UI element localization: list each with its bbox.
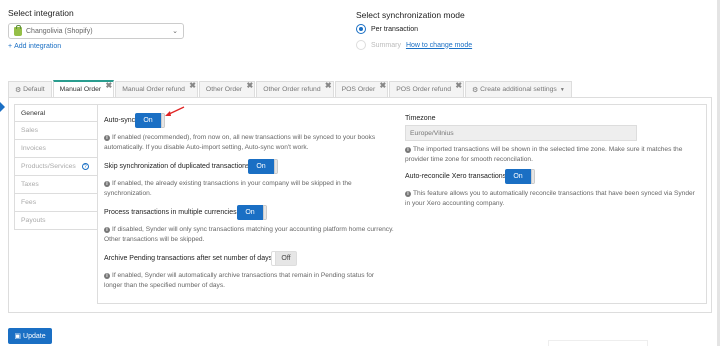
tab-manual-order[interactable]: Manual Order ✖ (52, 80, 115, 97)
tab-pos-order-refund[interactable]: POS Order refund ✖ (389, 81, 465, 97)
shopify-icon (14, 24, 22, 36)
footer-edge (548, 340, 648, 346)
tab-other-order-refund[interactable]: Other Order refund ✖ (256, 81, 334, 97)
sync-mode-title: Select synchronization mode (356, 10, 465, 20)
close-icon[interactable]: ✖ (455, 81, 462, 90)
auto-reconcile-help: i This feature allows you to automaticall… (405, 190, 695, 207)
auto-sync-help: i If enabled (recommended), from now on, … (104, 134, 376, 151)
close-icon[interactable]: ✖ (189, 81, 196, 90)
plus-icon: + (8, 43, 13, 50)
sidebar-item-general[interactable]: General (14, 104, 98, 122)
tab-default[interactable]: ⚙ Default (8, 81, 52, 97)
sidebar-item-fees[interactable]: Fees (14, 194, 98, 212)
skip-duplicates-help: i If enabled, the already existing transa… (104, 180, 352, 197)
sidebar-item-invoices[interactable]: Invoices (14, 140, 98, 158)
auto-reconcile-label: Auto-reconcile Xero transactions (405, 173, 507, 180)
info-icon: i (405, 147, 411, 153)
auto-sync-toggle[interactable]: On (135, 113, 165, 128)
multi-currency-label: Process transactions in multiple currenc… (104, 209, 239, 216)
close-icon[interactable]: ✖ (380, 81, 387, 90)
info-icon: i (405, 191, 411, 197)
close-icon[interactable]: ✖ (106, 81, 113, 90)
tab-pos-order[interactable]: POS Order ✖ (334, 81, 389, 97)
sidebar-item-taxes[interactable]: Taxes (14, 176, 98, 194)
select-integration-title: Select integration (8, 8, 74, 18)
info-icon: i (104, 227, 110, 233)
integration-select[interactable]: Changolivia (Shopify) ⌄ (8, 23, 184, 39)
close-icon[interactable]: ✖ (246, 81, 253, 90)
info-icon: i (104, 273, 110, 279)
chevron-down-icon: ⌄ (172, 28, 178, 35)
sidebar-item-products-services[interactable]: Products/Services ? (14, 158, 98, 176)
radio-disabled-icon (356, 40, 366, 50)
annotation-arrow-icon (165, 106, 185, 116)
timezone-label: Timezone (405, 115, 436, 122)
radio-selected-icon[interactable] (356, 24, 366, 34)
tab-create-additional-settings[interactable]: ⚙ Create additional settings ▼ (465, 81, 572, 97)
info-icon: i (104, 181, 110, 187)
save-icon: ▣ (14, 333, 22, 340)
close-icon[interactable]: ✖ (325, 81, 332, 90)
panel-marker-icon (0, 102, 5, 112)
archive-pending-label: Archive Pending transactions after set n… (104, 255, 273, 262)
gear-icon: ⚙ (472, 86, 479, 94)
timezone-help: i The imported transactions will be shown… (405, 146, 683, 163)
gear-icon: ⚙ (15, 86, 22, 94)
how-to-change-mode-link[interactable]: How to change mode (406, 42, 472, 49)
integration-select-value: Changolivia (Shopify) (26, 27, 93, 35)
sidebar-item-payouts[interactable]: Payouts (14, 212, 98, 230)
update-button[interactable]: ▣ Update (8, 328, 52, 344)
archive-pending-toggle[interactable]: Off (271, 251, 297, 266)
settings-sidebar: General Sales Invoices Products/Services… (14, 104, 98, 230)
skip-duplicates-toggle[interactable]: On (248, 159, 278, 174)
sync-mode-per-transaction[interactable]: Per transaction (356, 24, 418, 34)
caret-down-icon: ▼ (559, 86, 565, 93)
skip-duplicates-label: Skip synchronization of duplicated trans… (104, 163, 250, 170)
archive-pending-help: i If enabled, Synder will automatically a… (104, 272, 375, 289)
add-integration-link[interactable]: + Add integration (8, 43, 61, 50)
auto-reconcile-toggle[interactable]: On (505, 169, 535, 184)
info-icon: i (104, 135, 110, 141)
sync-mode-summary: Summary How to change mode (356, 40, 472, 50)
auto-sync-label: Auto-sync (104, 117, 136, 124)
multi-currency-help: i If disabled, Synder will only sync tran… (104, 226, 394, 243)
timezone-field[interactable]: Europe/Vilnius (405, 125, 637, 141)
tab-manual-order-refund[interactable]: Manual Order refund ✖ (115, 81, 198, 97)
settings-tabs: ⚙ Default Manual Order ✖ Manual Order re… (8, 80, 573, 97)
multi-currency-toggle[interactable]: On (237, 205, 267, 220)
help-icon[interactable]: ? (81, 163, 89, 170)
sidebar-item-sales[interactable]: Sales (14, 122, 98, 140)
tab-other-order[interactable]: Other Order ✖ (198, 81, 256, 97)
